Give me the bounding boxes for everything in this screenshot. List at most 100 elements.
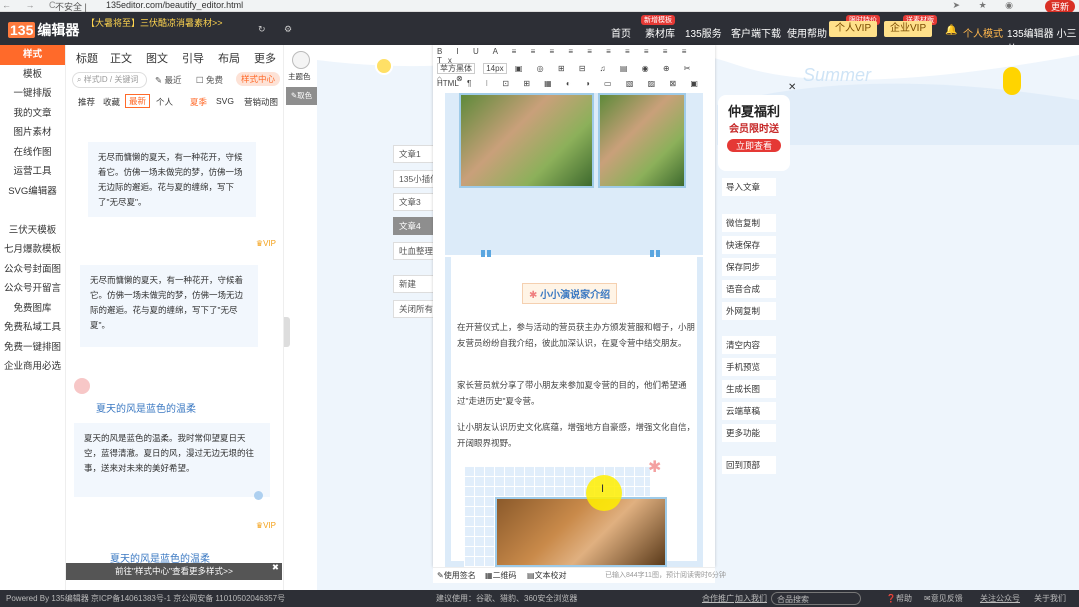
menu-services[interactable]: 135服务 [685, 25, 722, 40]
nav-enterprise[interactable]: 企业商用必选 [0, 357, 65, 377]
style-card-2[interactable]: 无尽而慵懒的夏天，有一种花开，守候着它。仿佛一场未做完的梦，仿佛一场无边际的邂逅… [80, 265, 258, 347]
footer: Powered By 135编辑器 京ICP备14061383号-1 京公网安备… [0, 590, 1079, 607]
nav-my-articles[interactable]: 我的文章 [0, 104, 65, 124]
tab-title[interactable]: 标题 [76, 50, 98, 66]
nav-svg-editor[interactable]: SVG编辑器 [0, 182, 65, 202]
mobile-preview[interactable]: 手机预览 [722, 358, 776, 376]
subtab-favorites[interactable]: 收藏 [103, 96, 120, 108]
logo[interactable]: 135 编辑器 [8, 20, 79, 40]
nav-templates[interactable]: 模板 [0, 65, 65, 85]
nav-dogdays-templates[interactable]: 三伏天模板 [0, 221, 65, 241]
browser-action-icons[interactable]: ➤ ★ ◉ [953, 0, 1021, 11]
free-checkbox[interactable]: ☐ 免费 [196, 74, 223, 86]
nav-comments[interactable]: 公众号开留言 [0, 279, 65, 299]
left-nav: 样式 模板 一键排版 我的文章 图片素材 在线作图 运营工具 SVG编辑器 三伏… [0, 45, 66, 590]
menu-badge: 新增模板 [641, 15, 675, 25]
subtab-svg[interactable]: SVG [216, 96, 234, 106]
footer-browser-tip: 建议使用：谷歌、猎豹、360安全浏览器 [436, 594, 578, 603]
toolbar-row-2[interactable]: 苹方黑体 14px ▣ ◎ ⊞ ⊟ ♫ ▤ ◉ ⊕ ✂ ⌂ ⊗ [433, 63, 715, 83]
wechat-copy[interactable]: 微信复制 [722, 214, 776, 232]
nav-auto-layout[interactable]: 一键排版 [0, 84, 65, 104]
qrcode-button[interactable]: ▦二维码 [485, 568, 517, 584]
recent-filter[interactable]: ✎ 最近 [155, 74, 182, 86]
collapse-handle[interactable] [284, 317, 290, 347]
kids-photo-2[interactable] [598, 93, 686, 188]
close-promo-icon[interactable]: ✕ [788, 82, 796, 93]
nav-styles[interactable]: 样式 [0, 45, 65, 65]
vip-tag-2: ♛VIP [255, 521, 276, 530]
style-card-1[interactable]: 无尽而慵懒的夏天，有一种花开，守候着它。仿佛一场未做完的梦，仿佛一场无边际的邂逅… [88, 142, 256, 217]
html-button: HTML [437, 79, 459, 88]
clear-content[interactable]: 清空内容 [722, 336, 776, 354]
nav-ops-tools[interactable]: 运营工具 [0, 162, 65, 182]
paragraph-3[interactable]: 让小朋友认识历史文化底蕴，增强地方自豪感，增强文化自信，开阔眼界视野。 [457, 419, 697, 451]
footer-search[interactable]: 合品搜索 [771, 592, 861, 605]
style-card-3[interactable]: 夏天的风是蓝色的温柔。我时常仰望夏日天空，蓝得清澈。夏日的风，漫过无边无垠的往事… [74, 423, 270, 497]
style-center-button[interactable]: 样式中心 [236, 72, 281, 86]
theme-color-icon[interactable] [292, 51, 310, 69]
side-tools: 主题色 ✎取色 [283, 45, 317, 590]
proofread-button[interactable]: ▤文本校对 [527, 568, 567, 584]
menu-library[interactable]: 素材库 [645, 25, 675, 40]
subtab-latest[interactable]: 最新 [125, 94, 151, 108]
more-functions[interactable]: 更多功能 [722, 424, 776, 442]
long-image[interactable]: 生成长图 [722, 380, 776, 398]
personal-vip-button[interactable]: 个人VIP [829, 21, 878, 37]
nav-images[interactable]: 图片素材 [0, 123, 65, 143]
subtab-gifs[interactable]: 营销动图 [244, 96, 278, 108]
url-field[interactable]: 135editor.com/beautify_editor.html [106, 0, 243, 10]
voice-synth[interactable]: 语音合成 [722, 280, 776, 298]
toolbar-row-1[interactable]: B I U A ≡ ≡ ≡ ≡ ≡ ≡ ≡ ≡ ≡ ≡ Tx [433, 47, 715, 65]
enterprise-vip-button[interactable]: 企业VIP [884, 21, 933, 37]
menu-help[interactable]: 使用帮助 [787, 25, 827, 40]
tab-more[interactable]: 更多 [254, 50, 276, 66]
tab-body[interactable]: 正文 [110, 50, 132, 66]
paragraph-2[interactable]: 家长营员就分享了带小朋友来参加夏令营的目的，他们希望通过"走进历史"夏令营。 [457, 377, 697, 409]
tab-image-text[interactable]: 图文 [146, 50, 168, 66]
back-to-top[interactable]: 回到顶部 [722, 456, 776, 474]
promo-badge[interactable]: 仲夏福利 会员限时送 立即查看 [718, 95, 790, 171]
subtab-summer[interactable]: 夏季 [190, 96, 207, 108]
mode-switch[interactable]: 个人模式 [963, 25, 1003, 40]
subtab-recommend[interactable]: 推荐 [78, 96, 95, 108]
color-picker-button[interactable]: ✎取色 [286, 87, 317, 105]
section-title[interactable]: ✱ 小小演说家介绍 [522, 283, 618, 304]
save-sync[interactable]: 保存同步 [722, 258, 776, 276]
footer-about[interactable]: 关于我们 [1034, 590, 1066, 607]
nav-free-gallery[interactable]: 免费图库 [0, 299, 65, 319]
footer-partner[interactable]: 合作推广 [702, 590, 734, 607]
import-article[interactable]: 导入文章 [722, 178, 776, 196]
nav-one-click-image[interactable]: 免费一键排图 [0, 338, 65, 358]
bell-icon[interactable]: 🔔 [945, 25, 957, 36]
toolbar-row-3[interactable]: HTML ¶ ⁝ ⊡ ⊞ ▦ ◐ ◑ ▭ ▧ ▨ ⊠ ▣ [433, 79, 715, 93]
tab-guide[interactable]: 引导 [182, 50, 204, 66]
cloud-drafts[interactable]: 云端草稿 [722, 402, 776, 420]
kids-photo-1[interactable] [459, 93, 594, 188]
footer-follow[interactable]: 关注公众号 [980, 590, 1020, 607]
kids-photo-3[interactable] [495, 497, 667, 567]
menu-home[interactable]: 首页 [611, 25, 631, 40]
nav-private-tools[interactable]: 免费私域工具 [0, 318, 65, 338]
nav-cover-image[interactable]: 公众号封面图 [0, 260, 65, 280]
footer-feedback[interactable]: ✉意见反馈 [924, 590, 963, 607]
tab-layout[interactable]: 布局 [218, 50, 240, 66]
nav-online-design[interactable]: 在线作图 [0, 143, 65, 163]
external-copy[interactable]: 外网复制 [722, 302, 776, 320]
footer-help[interactable]: ❓帮助 [886, 590, 912, 607]
paragraph-1[interactable]: 在开营仪式上，参与活动的营员获主办方颁发营服和帽子，小朋友营员纷纷自我介绍，彼此… [457, 319, 697, 351]
flower-deco-icon [74, 378, 90, 394]
close-icon[interactable]: ✖ [272, 559, 279, 576]
refresh-icon[interactable]: ↻ ⚙ [258, 24, 300, 35]
orange-deco-icon [375, 57, 393, 75]
menu-download[interactable]: 客户端下载 [731, 25, 781, 40]
nav-july-templates[interactable]: 七月爆款模板 [0, 240, 65, 260]
style-center-footer-link[interactable]: 前往"样式中心"查看更多样式>> ✖ [66, 562, 282, 580]
signature-button[interactable]: ✎使用签名 [437, 568, 476, 584]
subtab-personal[interactable]: 个人 [156, 96, 173, 108]
style-title-3[interactable]: 夏天的风是蓝色的温柔 [96, 400, 196, 415]
browser-nav-icons[interactable]: ← → C [2, 0, 62, 10]
footer-join[interactable]: 加入我们 [735, 590, 767, 607]
promo-banner-link[interactable]: 【大暑将至】三伏酷凉消暑素材>> [86, 16, 223, 29]
quick-save[interactable]: 快速保存 [722, 236, 776, 254]
style-search-input[interactable]: ⌕ 样式ID / 关键词 [72, 72, 147, 88]
